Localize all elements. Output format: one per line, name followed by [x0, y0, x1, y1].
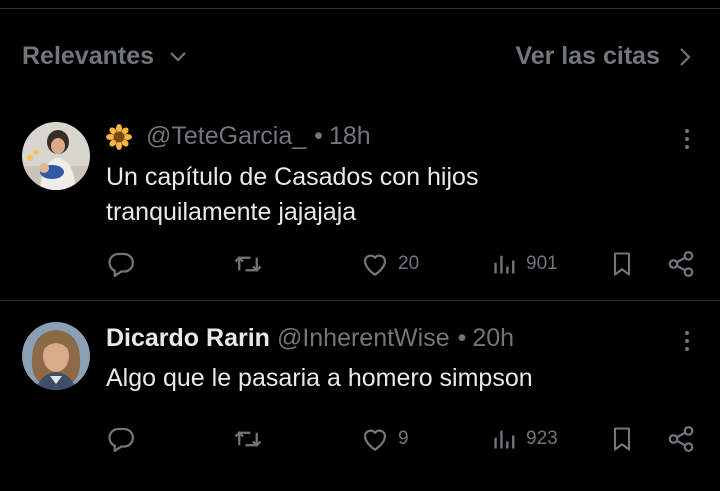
- more-icon[interactable]: [682, 328, 692, 356]
- tweet-time[interactable]: 18h: [329, 122, 371, 151]
- views-count: 923: [526, 428, 558, 449]
- avatar[interactable]: [22, 122, 90, 190]
- bookmark-button[interactable]: [608, 249, 636, 279]
- reply-sort-bar: Relevantes Ver las citas: [0, 30, 720, 82]
- views-button[interactable]: 901: [492, 249, 558, 279]
- tweet-header: @TeteGarcia_ • 18h: [106, 122, 371, 151]
- user-handle[interactable]: @InherentWise: [277, 324, 450, 353]
- views-icon: [494, 255, 515, 274]
- chevron-right-icon: [680, 47, 691, 66]
- like-icon: [363, 254, 387, 276]
- tweet-actions: 20 901: [0, 249, 720, 283]
- tweet-text-line: tranquilamente jajajaja: [106, 198, 357, 226]
- bookmark-icon: [613, 252, 631, 276]
- reply-icon: [108, 252, 134, 277]
- reply-icon: [108, 427, 134, 452]
- like-icon: [363, 429, 387, 451]
- views-count: 901: [526, 253, 558, 274]
- dot-separator: •: [314, 122, 323, 150]
- reply-button[interactable]: [106, 424, 144, 454]
- avatar[interactable]: [22, 322, 90, 390]
- share-icon: [668, 426, 694, 452]
- tweet-text-line: Un capítulo de Casados con hijos: [106, 163, 479, 191]
- like-count: 9: [398, 428, 409, 449]
- bookmark-icon: [613, 427, 631, 451]
- tweet-text: Un capítulo de Casados con hijos tranqui…: [106, 160, 666, 230]
- share-icon: [668, 251, 694, 277]
- tweet-divider: [0, 300, 720, 301]
- reply-tweet[interactable]: @TeteGarcia_ • 18h Un capítulo de Casado…: [0, 118, 720, 298]
- reply-tweet[interactable]: Dicardo Rarin @InherentWise • 20h Algo q…: [0, 322, 720, 482]
- tweet-text: Algo que le pasaria a homero simpson: [106, 361, 666, 396]
- views-button[interactable]: 923: [492, 424, 558, 454]
- more-icon[interactable]: [682, 126, 692, 154]
- repost-button[interactable]: [232, 424, 272, 454]
- view-quotes-link[interactable]: Ver las citas: [515, 42, 692, 71]
- like-count: 20: [398, 253, 420, 274]
- repost-icon: [234, 256, 262, 272]
- share-button[interactable]: [666, 424, 696, 454]
- share-button[interactable]: [666, 249, 696, 279]
- sort-relevant-button[interactable]: Relevantes: [22, 42, 188, 71]
- user-handle[interactable]: @TeteGarcia_: [146, 122, 306, 151]
- repost-button[interactable]: [232, 249, 272, 279]
- like-button[interactable]: 20: [360, 249, 419, 279]
- tweet-actions: 9 923: [0, 424, 720, 458]
- reply-button[interactable]: [106, 249, 144, 279]
- tweet-text-line: Algo que le pasaria a homero simpson: [106, 364, 533, 392]
- chevron-down-icon: [170, 51, 186, 62]
- like-button[interactable]: 9: [360, 424, 409, 454]
- tweet-header: Dicardo Rarin @InherentWise • 20h: [106, 324, 514, 353]
- sort-label: Relevantes: [22, 42, 155, 70]
- sunflower-icon: [106, 123, 132, 150]
- top-divider: [0, 8, 720, 9]
- dot-separator: •: [457, 324, 467, 352]
- tweet-time[interactable]: 20h: [472, 324, 514, 353]
- repost-icon: [234, 431, 262, 447]
- views-icon: [494, 430, 515, 449]
- display-name[interactable]: Dicardo Rarin: [106, 324, 270, 353]
- bookmark-button[interactable]: [608, 424, 636, 454]
- quotes-label: Ver las citas: [515, 42, 660, 70]
